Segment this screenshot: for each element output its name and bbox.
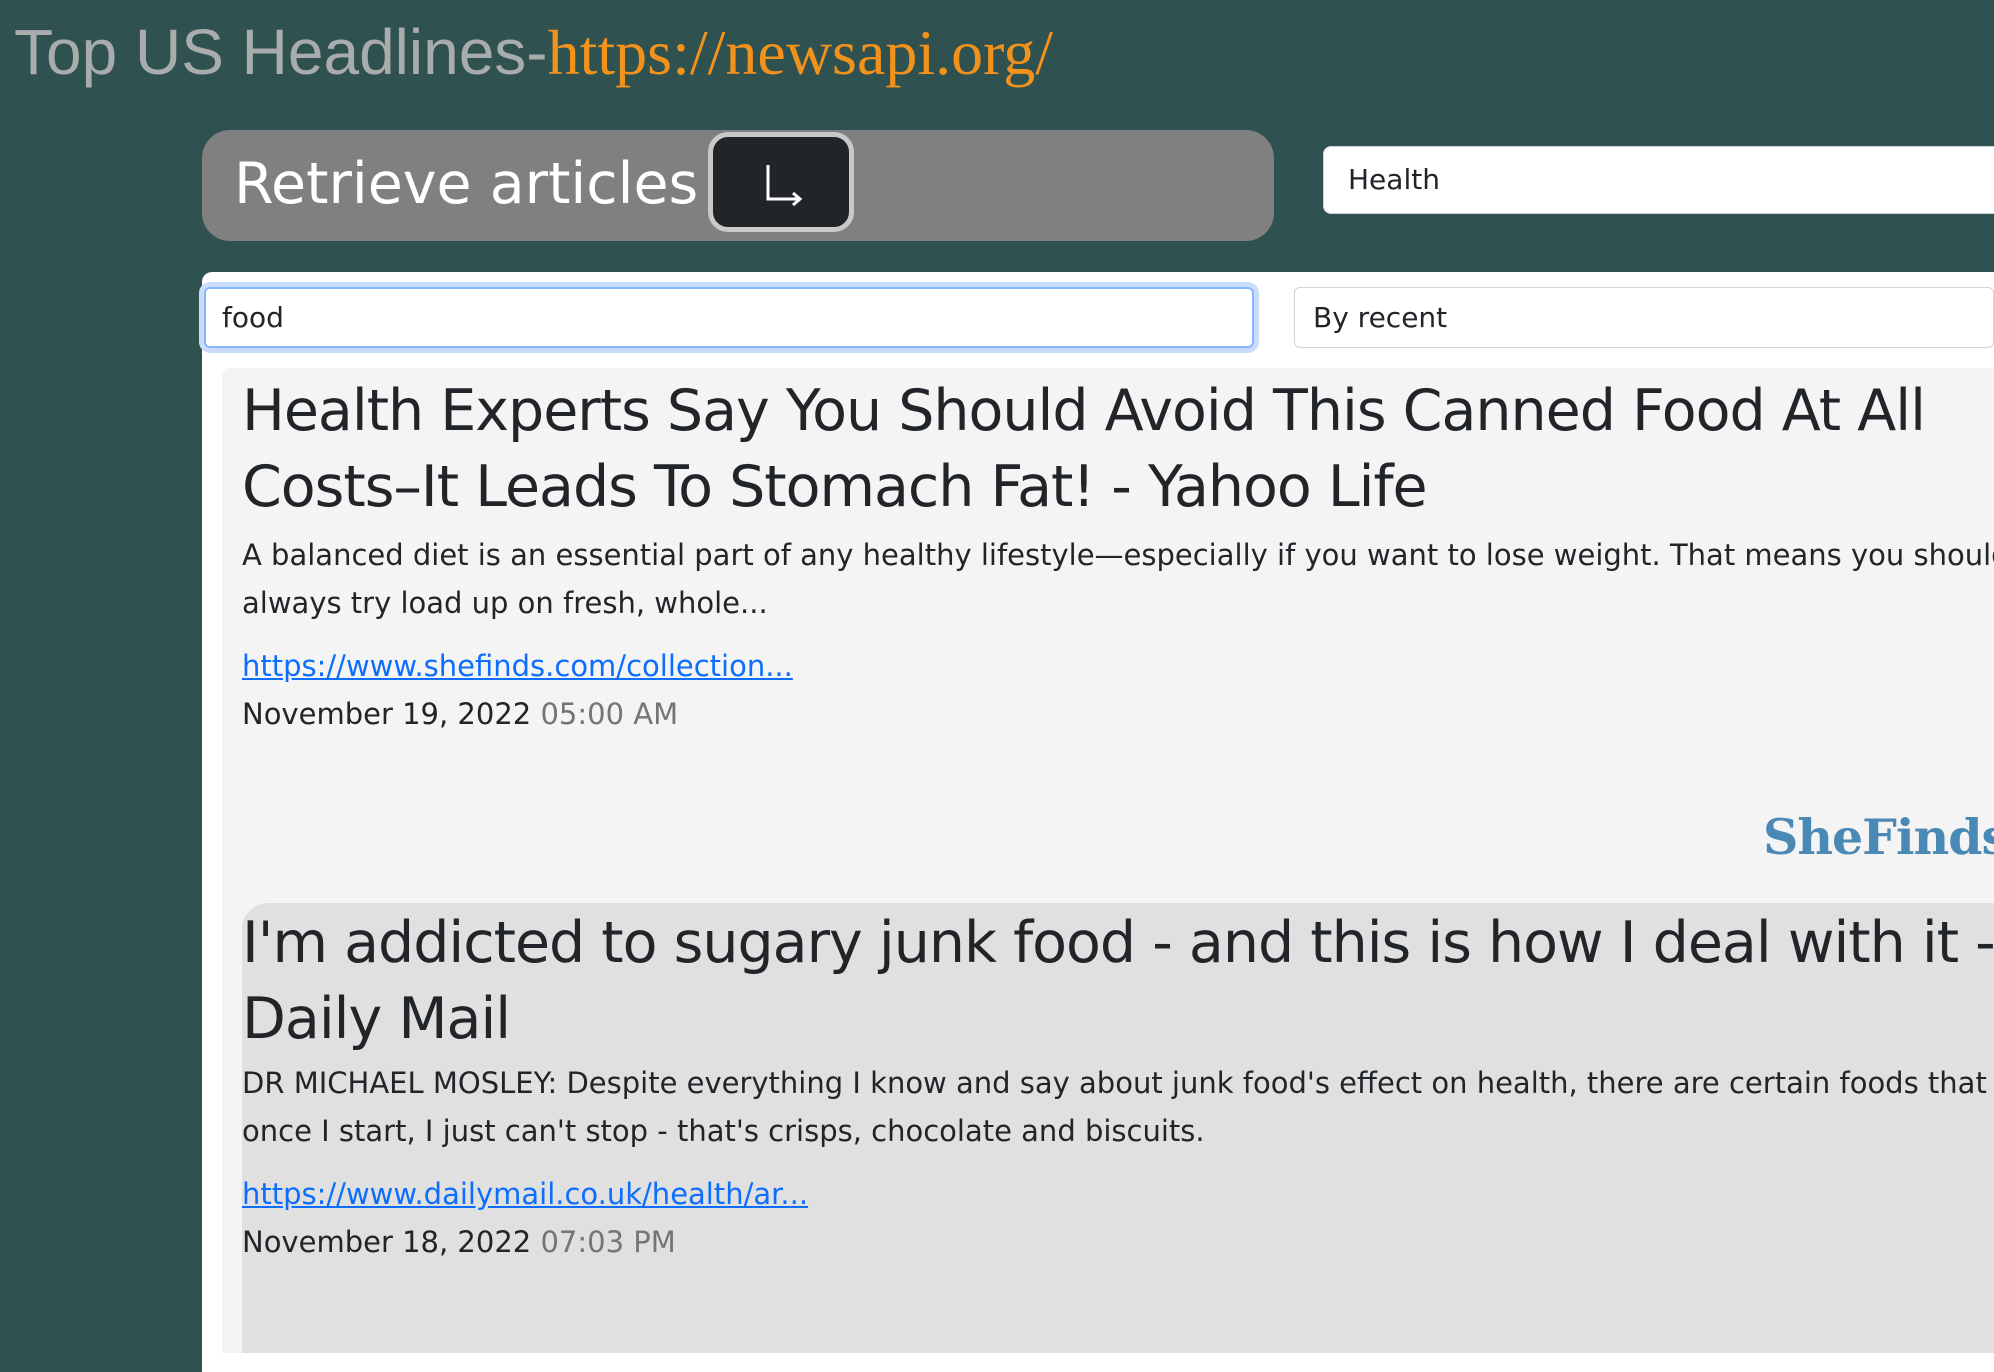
article-date-text: November 18, 2022 <box>242 1225 532 1259</box>
article-title: Health Experts Say You Should Avoid This… <box>242 378 1926 520</box>
sort-select[interactable]: By recent <box>1294 287 1994 348</box>
retrieve-articles-bar: Retrieve articles <box>202 130 1274 241</box>
return-arrow-icon <box>766 165 803 207</box>
article-date: November 19, 2022 05:00 AM <box>242 697 1994 731</box>
article-date: November 18, 2022 07:03 PM <box>242 1225 1994 1259</box>
retrieve-articles-button[interactable] <box>708 132 854 232</box>
retrieve-articles-label: Retrieve articles <box>234 151 699 217</box>
article-link[interactable]: https://www.shefinds.com/collection... <box>242 649 793 683</box>
article-date-text: November 19, 2022 <box>242 697 532 731</box>
article-description: A balanced diet is an essential part of … <box>242 538 1994 620</box>
article-card: Health Experts Say You Should Avoid This… <box>222 368 1994 903</box>
article-time: 05:00 AM <box>540 697 679 731</box>
search-input[interactable] <box>204 287 1254 348</box>
newsapi-link[interactable]: https://newsapi.org/ <box>548 17 1053 88</box>
article-time: 07:03 PM <box>540 1225 676 1259</box>
category-select[interactable]: Health <box>1323 146 1994 214</box>
page-title-text: Top US Headlines- <box>14 16 548 88</box>
article-description: DR MICHAEL MOSLEY: Despite everything I … <box>242 1066 1987 1148</box>
shefinds-logo: SheFinds <box>1763 808 1994 866</box>
article-title: I'm addicted to sugary junk food - and t… <box>242 910 1994 1052</box>
page-title: Top US Headlines-https://newsapi.org/ <box>14 14 1053 91</box>
article-card: I'm addicted to sugary junk food - and t… <box>242 903 1994 1353</box>
article-link[interactable]: https://www.dailymail.co.uk/health/ar... <box>242 1177 808 1211</box>
